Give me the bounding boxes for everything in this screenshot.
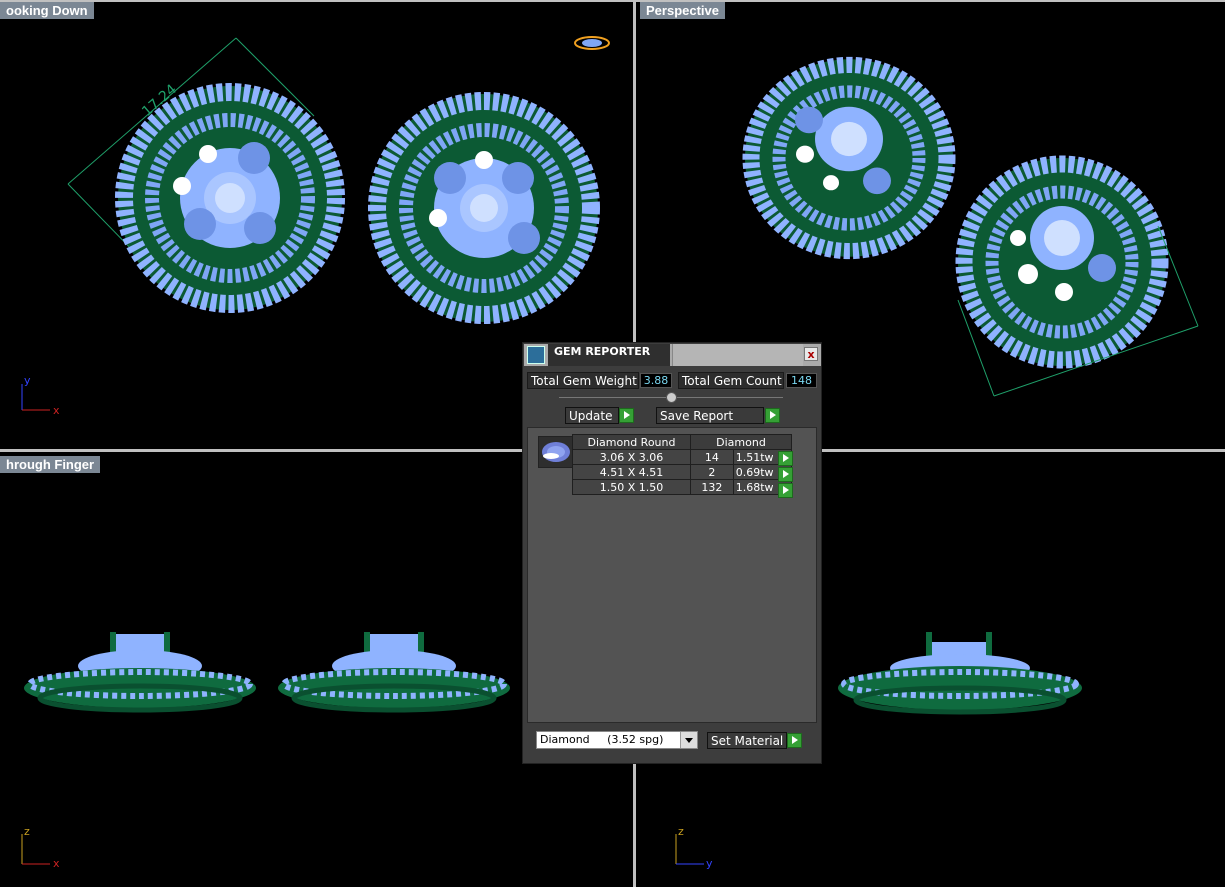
close-button[interactable]: x (804, 347, 818, 361)
axis-z-label: z (24, 825, 30, 838)
total-gem-weight-value: 3.88 (640, 373, 672, 388)
axis-z-label: z (678, 825, 684, 838)
earring-side-right (278, 632, 510, 713)
title-spacer (672, 344, 803, 366)
gem-list-panel: Diamond Round Diamond 3.06 X 3.06 14 1.5… (527, 427, 817, 723)
row-count: 2 (690, 464, 734, 480)
gem-reporter-dialog: GEM REPORTER x Total Gem Weight 3.88 Tot… (522, 342, 822, 764)
gem-reporter-app-icon (527, 346, 545, 364)
dialog-titlebar[interactable]: GEM REPORTER x (524, 344, 821, 366)
row-select-arrow-icon[interactable] (778, 467, 793, 482)
chevron-down-icon[interactable] (680, 732, 697, 748)
earring-top-right (368, 92, 600, 324)
earring-persp-upper (742, 56, 956, 260)
axis-y-label: y (24, 374, 31, 387)
axis-x-label: x (53, 857, 60, 870)
header-material: Diamond (690, 434, 792, 450)
total-gem-weight-label: Total Gem Weight (527, 372, 639, 389)
earring-top-left (115, 83, 345, 313)
splitter-knob[interactable] (666, 392, 677, 403)
material-select-value: Diamond (3.52 spg) (540, 733, 664, 746)
diamond-round-icon (542, 442, 570, 462)
update-arrow-icon[interactable] (619, 408, 634, 423)
total-gem-count-value: 148 (786, 373, 817, 388)
viewport-label[interactable]: Perspective (640, 2, 725, 19)
dialog-title: GEM REPORTER (554, 345, 651, 358)
earring-side-third (838, 632, 1082, 715)
row-select-arrow-icon[interactable] (778, 483, 793, 498)
save-report-arrow-icon[interactable] (765, 408, 780, 423)
axis-x-label: x (53, 404, 60, 417)
earring-side-left (24, 632, 256, 713)
row-size: 3.06 X 3.06 (572, 449, 691, 465)
row-size: 1.50 X 1.50 (572, 479, 691, 495)
gem-table: Diamond Round Diamond 3.06 X 3.06 14 1.5… (572, 434, 793, 495)
earring-persp-lower (955, 155, 1169, 369)
table-row[interactable]: 1.50 X 1.50 132 1.68tw (572, 479, 793, 495)
axis-y-label: y (706, 857, 713, 870)
row-size: 4.51 X 4.51 (572, 464, 691, 480)
gem-thumbnail[interactable] (538, 436, 574, 468)
table-row[interactable]: 3.06 X 3.06 14 1.51tw (572, 449, 793, 465)
header-shape: Diamond Round (572, 434, 691, 450)
set-material-button[interactable]: Set Material (707, 732, 787, 749)
row-count: 14 (690, 449, 734, 465)
table-header-row: Diamond Round Diamond (572, 434, 792, 450)
table-row[interactable]: 4.51 X 4.51 2 0.69tw (572, 464, 793, 480)
save-report-button[interactable]: Save Report (656, 407, 764, 424)
viewport-label[interactable]: ooking Down (0, 2, 94, 19)
viewport-border-top (0, 0, 1225, 2)
row-count: 132 (690, 479, 734, 495)
update-button[interactable]: Update (565, 407, 619, 424)
material-select[interactable]: Diamond (3.52 spg) (536, 731, 698, 749)
total-gem-count-label: Total Gem Count (678, 372, 784, 389)
set-material-arrow-icon[interactable] (787, 733, 802, 748)
viewport-label[interactable]: hrough Finger (0, 456, 101, 473)
row-select-arrow-icon[interactable] (778, 451, 793, 466)
